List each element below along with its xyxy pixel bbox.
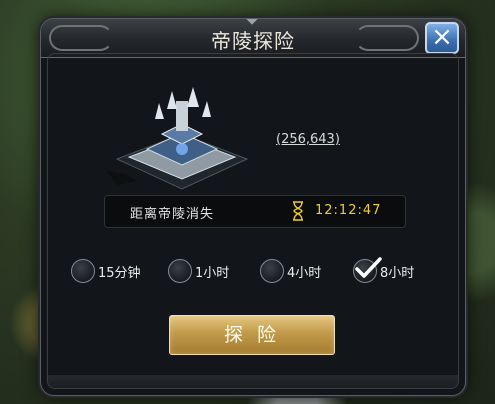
coordinates-link[interactable]: (256,643) — [276, 132, 340, 147]
option-label: 1小时 — [195, 266, 230, 281]
explore-button[interactable]: 探 险 — [169, 315, 335, 355]
header-gem — [246, 19, 258, 25]
radio-circle-icon — [260, 259, 284, 283]
dialog-title: 帝陵探险 — [211, 29, 295, 53]
tomb-building-image — [107, 87, 249, 190]
option-label: 8小时 — [380, 266, 415, 281]
timer-value: 12:12:47 — [315, 203, 382, 218]
dialog-header: 帝陵探险 × — [41, 19, 465, 58]
checkmark-icon — [355, 257, 382, 278]
close-x-icon: × — [431, 22, 453, 52]
close-button[interactable]: × — [425, 22, 459, 54]
radio-circle-icon — [168, 259, 192, 283]
radio-circle-icon — [71, 259, 95, 283]
disappear-timer-bar: 距离帝陵消失 12:12:47 — [104, 195, 406, 228]
option-label: 4小时 — [287, 266, 322, 281]
timer-label: 距离帝陵消失 — [130, 207, 215, 222]
hourglass-icon — [293, 201, 303, 221]
imperial-tomb-dialog: 帝陵探险 × (256,643) 距离帝陵消失 12:12:47 15分钟 1小… — [40, 18, 466, 396]
option-label: 15分钟 — [98, 266, 141, 281]
dialog-footer-strip — [47, 375, 459, 389]
